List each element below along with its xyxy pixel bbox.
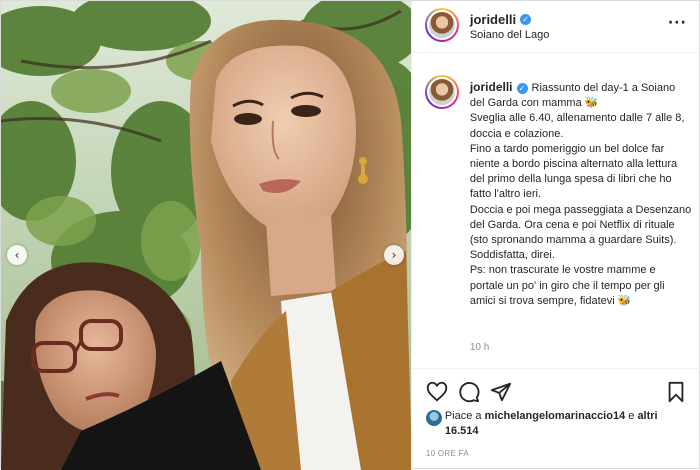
chevron-left-icon[interactable]: ‹ (7, 245, 27, 265)
heart-icon[interactable] (426, 381, 448, 403)
caption-line: Sveglia alle 6.40, allenamento dalle 7 a… (469, 112, 685, 140)
header-username-row: joridelli ✓ (470, 12, 532, 27)
post-photo[interactable]: ‹ › (1, 1, 411, 470)
likes-summary: Piace a michelangelomarinaccio14 e altri… (425, 409, 691, 439)
caption-time-ago: 10 h (469, 342, 490, 353)
instagram-post: ‹ › joridelli ✓ Soiano del Lago ··· jori… (0, 0, 700, 470)
post-actions: Piace a michelangelomarinaccio14 e altri… (411, 368, 700, 470)
caption-area: joridelli ✓ Riassunto del day-1 a Soiano d… (412, 63, 700, 368)
post-sidebar: joridelli ✓ Soiano del Lago ··· joridell… (410, 1, 700, 470)
caption-avatar[interactable] (424, 75, 459, 109)
post-date[interactable]: 10 ORE FA (426, 449, 469, 458)
header-username[interactable]: joridelli (470, 12, 516, 27)
location-link[interactable]: Soiano del Lago (470, 29, 550, 41)
more-horizontal-icon[interactable]: ··· (668, 15, 687, 31)
selfie-photo (1, 1, 411, 470)
post-header: joridelli ✓ Soiano del Lago ··· (411, 1, 700, 53)
verified-badge-icon: ✓ (520, 14, 532, 25)
avatar[interactable] (424, 8, 459, 42)
verified-badge-icon: ✓ (516, 83, 528, 95)
caption-line: Fino a tardo pomeriggio un bel dolce far… (469, 142, 678, 201)
chevron-right-icon[interactable]: › (384, 245, 404, 265)
likes-prefix: Piace a (444, 410, 485, 422)
comment-icon[interactable] (458, 381, 480, 403)
liker-username[interactable]: michelangelomarinaccio14 (485, 410, 626, 422)
caption-text: joridelli ✓ Riassunto del day-1 a Soiano d… (470, 80, 692, 309)
liker-avatar[interactable] (425, 410, 442, 426)
caption-username[interactable]: joridelli (470, 80, 513, 94)
caption-line: Soddisfatta, direi. (469, 249, 555, 262)
caption-line: Doccia e poi mega passeggiata a Desenzan… (469, 203, 692, 247)
paper-plane-icon[interactable] (490, 381, 512, 403)
caption-line: Ps: non trascurate le vostre mamme e por… (469, 264, 665, 307)
bookmark-icon[interactable] (665, 381, 687, 403)
likes-middle: e (625, 410, 638, 422)
